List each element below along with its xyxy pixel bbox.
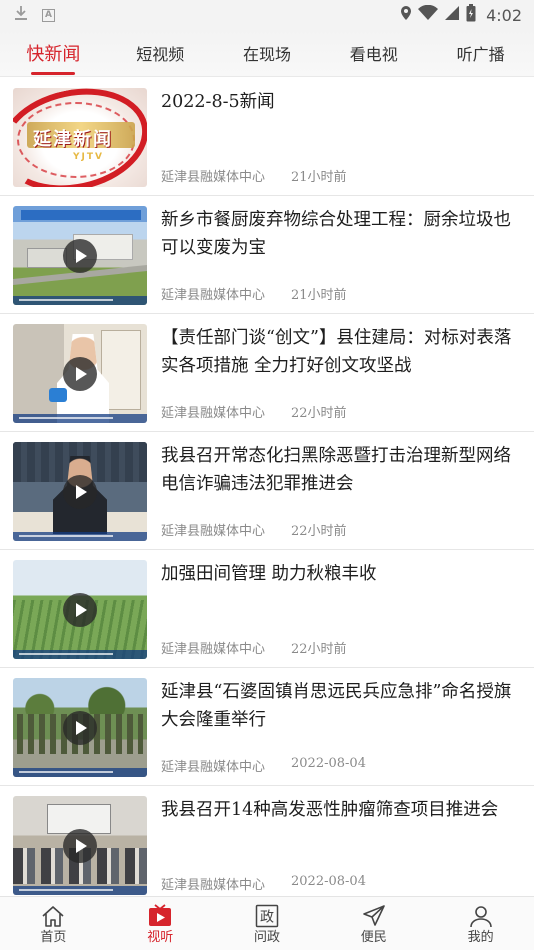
news-source: 延津县融媒体中心 [161, 170, 266, 185]
news-item[interactable]: 延津新闻 YJTV 2022-8-5新闻 延津县融媒体中心 21小时前 [0, 78, 534, 196]
news-title: 新乡市餐厨废弃物综合处理工程：厨余垃圾也可以变废为宝 [161, 210, 511, 258]
news-thumbnail [13, 796, 147, 895]
news-title: 延津县“石婆固镇肖思远民兵应急排”命名授旗大会隆重举行 [161, 682, 512, 730]
news-list: 延津新闻 YJTV 2022-8-5新闻 延津县融媒体中心 21小时前 新乡市餐… [0, 78, 534, 896]
news-item[interactable]: 加强田间管理 助力秋粮丰收 延津县融媒体中心 22小时前 [0, 550, 534, 668]
location-icon [400, 5, 412, 25]
play-icon[interactable] [63, 710, 97, 745]
news-time: 22小时前 [291, 524, 347, 539]
tab-zai-xianchang[interactable]: 在现场 [214, 30, 321, 76]
news-thumbnail [13, 442, 147, 541]
play-icon[interactable] [63, 828, 97, 863]
news-thumbnail [13, 678, 147, 777]
news-time: 22小时前 [291, 406, 347, 421]
news-source: 延津县融媒体中心 [161, 642, 266, 657]
download-icon [14, 5, 28, 25]
nav-bianmin[interactable]: 便民 [320, 897, 427, 950]
news-item[interactable]: 我县召开常态化扫黑除恶暨打击治理新型网络电信诈骗违法犯罪推进会 延津县融媒体中心… [0, 432, 534, 550]
thumbnail-logo-text: 延津新闻 [33, 129, 113, 150]
news-thumbnail [13, 206, 147, 305]
video-play-icon [147, 903, 173, 929]
news-time: 2022-08-04 [291, 756, 366, 771]
wifi-icon [418, 4, 439, 25]
news-thumbnail: 延津新闻 YJTV [13, 88, 147, 187]
status-bar-right: 4:02 [400, 4, 522, 26]
nav-shiting[interactable]: 视听 [107, 897, 214, 950]
news-item[interactable]: 新乡市餐厨废弃物综合处理工程：厨余垃圾也可以变废为宝 延津县融媒体中心 21小时… [0, 196, 534, 314]
news-source: 延津县融媒体中心 [161, 406, 266, 421]
play-icon[interactable] [63, 474, 97, 509]
status-time: 4:02 [486, 5, 522, 25]
send-icon [361, 903, 387, 929]
news-time: 2022-08-04 [291, 874, 366, 889]
news-source: 延津县融媒体中心 [161, 524, 266, 539]
news-thumbnail [13, 324, 147, 423]
thumbnail-logo-subtext: YJTV [73, 152, 104, 162]
svg-text:政: 政 [260, 910, 274, 926]
status-bar-left: A [14, 5, 55, 25]
play-icon[interactable] [63, 238, 97, 273]
news-time: 21小时前 [291, 170, 347, 185]
news-title: 我县召开14种高发恶性肿瘤筛查项目推进会 [161, 800, 499, 820]
tab-ting-guangbo[interactable]: 听广播 [427, 30, 534, 76]
news-source: 延津县融媒体中心 [161, 760, 266, 775]
a-letter-icon: A [42, 8, 55, 22]
bottom-nav: 首页 视听 政 问政 便民 我的 [0, 896, 534, 950]
home-icon [40, 903, 66, 929]
politics-icon: 政 [254, 903, 280, 929]
news-time: 21小时前 [291, 288, 347, 303]
news-item[interactable]: 延津县“石婆固镇肖思远民兵应急排”命名授旗大会隆重举行 延津县融媒体中心 202… [0, 668, 534, 786]
category-tab-bar: 快新闻 短视频 在现场 看电视 听广播 [0, 30, 534, 77]
tab-kuai-xinwen[interactable]: 快新闻 [0, 30, 107, 76]
news-title: 【责任部门谈“创文”】县住建局：对标对表落实各项措施 全力打好创文攻坚战 [161, 328, 512, 376]
nav-home[interactable]: 首页 [0, 897, 107, 950]
nav-wode[interactable]: 我的 [427, 897, 534, 950]
news-item[interactable]: 【责任部门谈“创文”】县住建局：对标对表落实各项措施 全力打好创文攻坚战 延津县… [0, 314, 534, 432]
news-title: 加强田间管理 助力秋粮丰收 [161, 564, 377, 584]
news-source: 延津县融媒体中心 [161, 288, 266, 303]
tab-kan-dianshi[interactable]: 看电视 [320, 30, 427, 76]
user-icon [468, 903, 494, 929]
play-icon[interactable] [63, 592, 97, 627]
news-title: 2022-8-5新闻 [161, 92, 275, 112]
news-time: 22小时前 [291, 642, 347, 657]
news-source: 延津县融媒体中心 [161, 878, 266, 893]
news-item[interactable]: 我县召开14种高发恶性肿瘤筛查项目推进会 延津县融媒体中心 2022-08-04 [0, 786, 534, 896]
news-thumbnail [13, 560, 147, 659]
tab-duan-shipin[interactable]: 短视频 [107, 30, 214, 76]
play-icon[interactable] [63, 356, 97, 391]
battery-icon [466, 4, 476, 26]
status-bar: A 4:02 [0, 0, 534, 30]
nav-wenzheng[interactable]: 政 问政 [214, 897, 321, 950]
signal-icon [444, 5, 460, 25]
news-title: 我县召开常态化扫黑除恶暨打击治理新型网络电信诈骗违法犯罪推进会 [161, 446, 511, 494]
